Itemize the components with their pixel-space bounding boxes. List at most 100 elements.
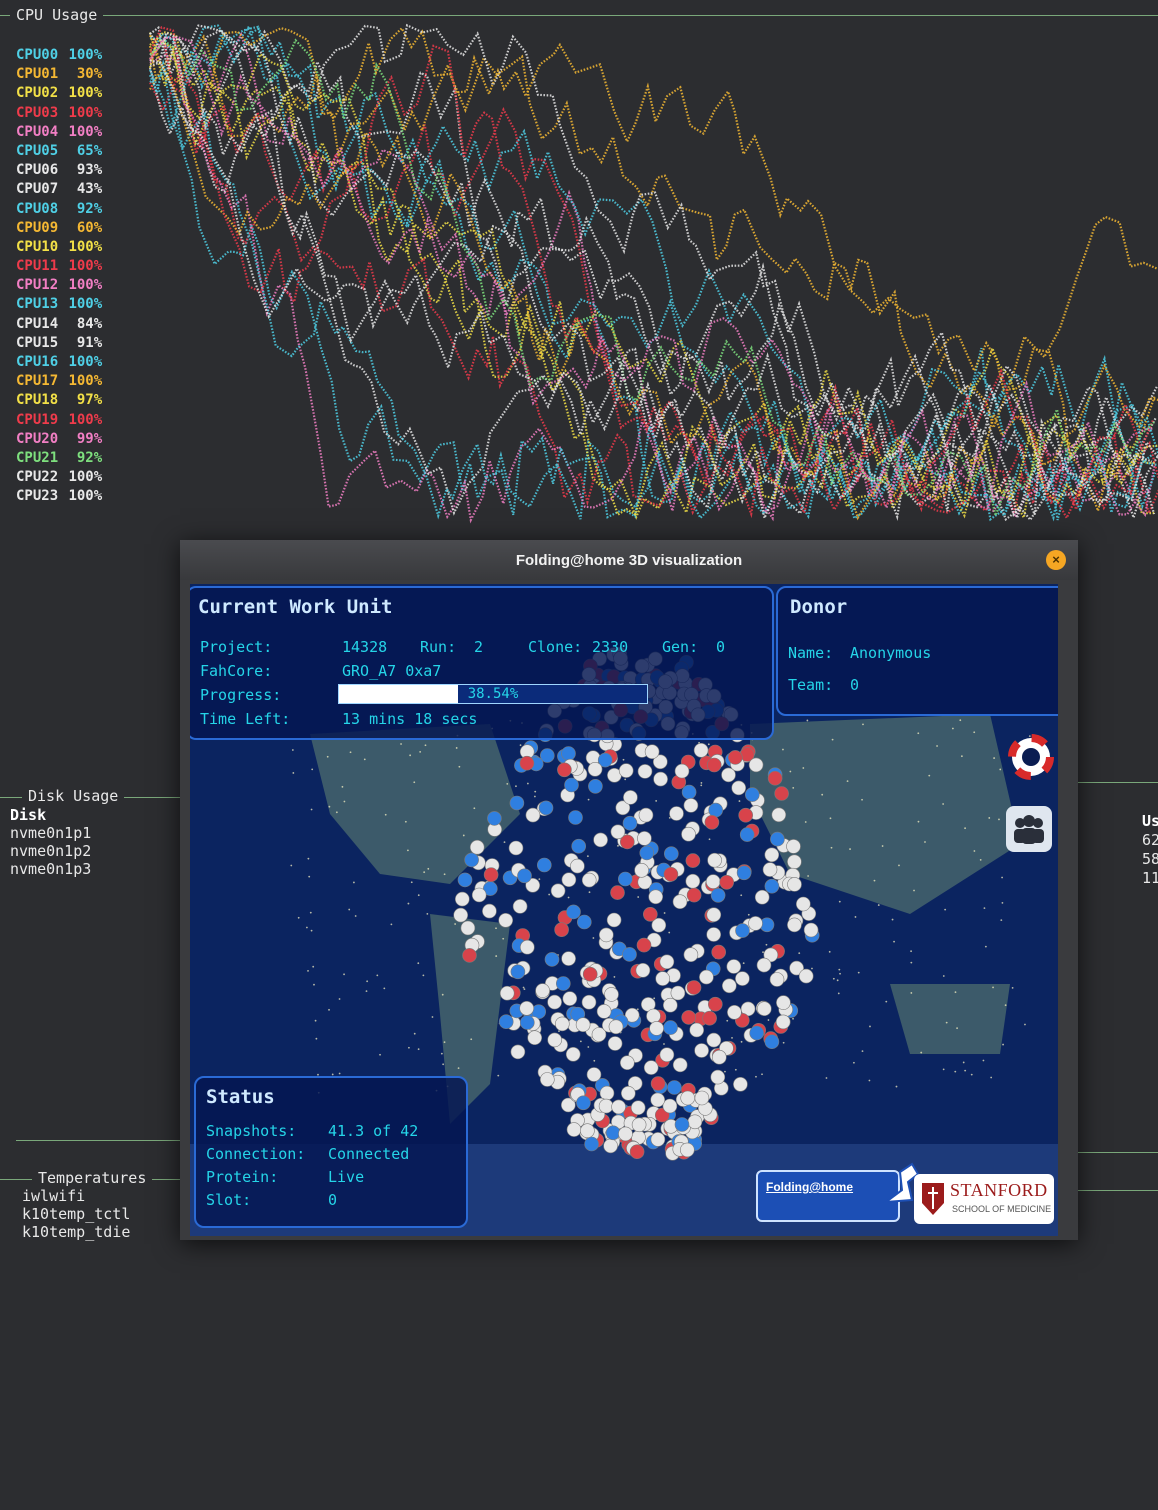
cpu-label: CPU19 [16,411,59,428]
cpu-row: CPU14 84% [16,315,102,334]
cpu-label: CPU05 [16,142,59,159]
connection-label: Connection: [206,1145,306,1163]
cpu-label: CPU04 [16,123,59,140]
cpu-value: 92% [76,200,103,217]
donor-panel: Donor Name: Anonymous Team: 0 [776,586,1058,716]
cpu-value: 43% [76,181,103,198]
gen-value: 0 [716,638,726,656]
cpu-value: 100% [68,258,103,275]
donor-team-label: Team: [788,676,834,694]
cpu-label: CPU13 [16,296,59,313]
cpu-row: CPU07 43% [16,180,102,199]
cpu-value: 93% [76,162,103,179]
status-title: Status [206,1086,275,1108]
cpu-label: CPU03 [16,104,59,121]
connection-value: Connected [328,1145,410,1163]
disk-row: nvme0n1p3 [10,860,92,878]
fahcore-value: GRO_A7 0xa7 [342,662,442,680]
disk-usage-value: 62 [1142,831,1158,849]
fah-visualization-window[interactable]: Folding@home 3D visualization × Current … [180,540,1078,1240]
stanford-medicine-logo[interactable]: STANFORD SCHOOL OF MEDICINE [914,1174,1054,1224]
cpu-label: CPU20 [16,430,59,447]
cpu-row: CPU20 99% [16,430,102,449]
temp-sensor-row: k10temp_tctl [22,1205,131,1223]
progress-text: 38.54% [467,686,519,702]
cpu-row: CPU15 91% [16,334,102,353]
cpu-label: CPU14 [16,315,59,332]
cpu-list: CPU00 100% CPU01 30% CPU02 100% CPU03 100% CPU04… [16,46,102,507]
cpu-row: CPU02 100% [16,84,102,103]
clone-value: 2330 [592,638,629,656]
window-title: Folding@home 3D visualization [515,552,743,569]
snapshots-label: Snapshots: [206,1122,297,1140]
cpu-section-line [0,15,1158,16]
donor-name-value: Anonymous [850,644,932,662]
cpu-value: 30% [76,66,103,83]
protein-value: Live [328,1168,365,1186]
disk-usage-header: Us [1142,812,1158,830]
project-value: 14328 [342,638,388,656]
cpu-value: 100% [68,354,103,370]
cpu-value: 100% [68,373,103,390]
close-button[interactable]: × [1046,550,1066,570]
cpu-value: 92% [76,449,103,466]
cpu-label: CPU18 [16,392,59,409]
cpu-row: CPU05 65% [16,142,102,161]
cpu-row: CPU03 100% [16,104,102,123]
disk-section-title: Disk Usage [22,787,125,805]
temp-sensor-row: iwlwifi [22,1187,86,1205]
clone-label: Clone: [528,638,583,656]
cpu-label: CPU00 [16,47,59,63]
cpu-value: 65% [76,142,103,159]
temp-section-line [16,1140,186,1141]
cpu-label: CPU23 [16,488,59,505]
cpu-label: CPU12 [16,277,59,294]
donor-team-value: 0 [850,676,860,694]
cpu-value: 60% [76,219,103,236]
cpu-row: CPU16 100% [16,353,102,372]
team-icon[interactable] [1006,806,1052,852]
cpu-value: 100% [68,411,103,428]
disk-usage-value: 58 [1142,850,1158,868]
cpu-row: CPU11 100% [16,257,102,276]
cpu-row: CPU18 97% [16,391,102,410]
cpu-value: 100% [68,104,103,121]
cpu-row: CPU23 100% [16,487,102,506]
temp-sensor-row: k10temp_tdie [22,1223,131,1241]
progress-bar: 38.54% [338,684,648,704]
cpu-row: CPU00 100% [16,46,102,65]
cpu-trace [149,60,1153,502]
cpu-label: CPU02 [16,85,59,102]
cpu-trace [149,70,1154,522]
cpu-value: 84% [76,315,103,332]
cpu-label: CPU01 [16,66,59,83]
progress-label: Progress: [200,686,282,704]
cpu-label: CPU22 [16,469,59,486]
australia-shape [890,984,1010,1054]
cpu-row: CPU22 100% [16,468,102,487]
disk-section-line-right [1078,782,1158,783]
temp-section-title: Temperatures [32,1169,153,1187]
protein-label: Protein: [206,1168,279,1186]
lifebuoy-icon[interactable] [1008,734,1054,780]
cpu-value: 100% [68,296,103,313]
window-titlebar[interactable]: Folding@home 3D visualization × [180,540,1078,580]
cpu-trace [149,53,1154,524]
temp-sensor-list: iwlwifi k10temp_tctl k10temp_tdie [22,1187,130,1241]
cpu-label: CPU06 [16,162,59,179]
cpu-label: CPU16 [16,354,59,370]
cpu-value: 100% [68,277,103,294]
disk-usage-value: 11 [1142,869,1158,887]
cpu-value: 100% [68,488,103,505]
cpu-value: 100% [68,85,103,102]
run-label: Run: [420,638,457,656]
folding-at-home-logo[interactable]: Folding@home [756,1162,920,1222]
fahcore-label: FahCore: [200,662,273,680]
gen-label: Gen: [662,638,699,656]
run-value: 2 [474,638,484,656]
visualization-canvas[interactable]: Current Work Unit Project: 14328 Run: 2 … [190,584,1058,1236]
cpu-label: CPU15 [16,334,59,351]
stanford-wordmark: STANFORD [950,1180,1048,1200]
disk-row: nvme0n1p2 [10,842,92,860]
donor-name-label: Name: [788,644,834,662]
